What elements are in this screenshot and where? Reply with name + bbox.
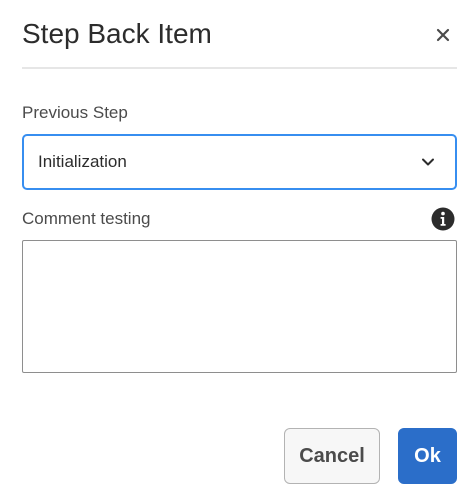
cancel-button[interactable]: Cancel bbox=[284, 428, 380, 484]
info-icon[interactable] bbox=[431, 207, 455, 231]
ok-button[interactable]: Ok bbox=[398, 428, 457, 484]
dialog-title: Step Back Item bbox=[22, 18, 212, 49]
step-back-dialog: Step Back Item Previous Step Initializat… bbox=[0, 0, 475, 502]
close-button[interactable] bbox=[430, 22, 456, 48]
header-divider bbox=[22, 67, 457, 69]
close-icon bbox=[436, 28, 450, 42]
previous-step-label: Previous Step bbox=[22, 103, 128, 122]
previous-step-selected-value: Initialization bbox=[38, 152, 127, 171]
comment-label: Comment testing bbox=[22, 209, 151, 228]
previous-step-select[interactable]: Initialization bbox=[22, 134, 457, 190]
comment-textarea[interactable] bbox=[22, 240, 457, 373]
chevron-down-icon bbox=[422, 158, 434, 166]
